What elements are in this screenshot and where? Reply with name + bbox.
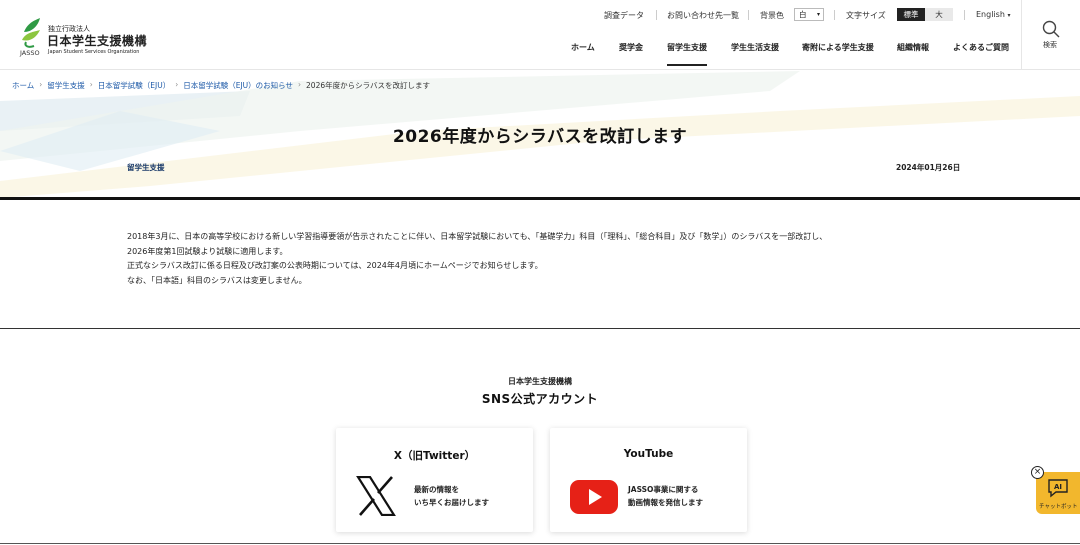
language-label: English xyxy=(976,10,1005,19)
nav-international-students[interactable]: 留学生支援 xyxy=(667,42,707,53)
breadcrumb-eju-news[interactable]: 日本留学試験（EJU）のお知らせ xyxy=(183,80,293,91)
contacts-link[interactable]: お問い合わせ先一覧 xyxy=(667,10,739,21)
article-paragraph: 2026年度第1回試験より試験に適用します。 xyxy=(127,246,288,256)
footer-divider xyxy=(0,543,1080,544)
body-divider xyxy=(0,328,1080,329)
chatbot-button[interactable]: AI チャットボット xyxy=(1036,472,1080,514)
article-paragraph: 2018年3月に、日本の高等学校における新しい学習指導要領が告示されたことに伴い… xyxy=(127,232,828,241)
nav-home[interactable]: ホーム xyxy=(571,42,595,53)
search-label: 検索 xyxy=(1043,41,1057,49)
youtube-logo-icon xyxy=(570,480,618,514)
publish-date: 2024年01月26日 xyxy=(896,163,961,172)
chatbot-badge: AI xyxy=(1054,483,1062,491)
x-card-desc-line: 最新の情報を xyxy=(414,485,459,494)
nav-student-life[interactable]: 学生生活支援 xyxy=(731,42,779,53)
chat-bubble-icon: AI xyxy=(1048,479,1068,498)
language-switch[interactable]: English ▾ xyxy=(976,10,1010,19)
x-card-desc-line: いち早くお届けします xyxy=(414,497,489,507)
bg-color-value: 白 xyxy=(799,10,807,19)
x-card-title: X（旧Twitter） xyxy=(393,450,476,462)
page-title: 2026年度からシラバスを改訂します xyxy=(392,127,688,147)
logo-name-en: Japan Student Services Organization xyxy=(48,49,140,55)
breadcrumb-separator: › xyxy=(89,80,93,89)
nav-faq[interactable]: よくあるご質問 xyxy=(953,42,1009,53)
breadcrumb: ホーム › 留学生支援 › 日本留学試験（EJU） › 日本留学試験（EJU）の… xyxy=(12,80,430,91)
survey-data-link[interactable]: 調査データ xyxy=(604,10,644,21)
util-divider xyxy=(834,10,835,20)
bg-color-label: 背景色 xyxy=(760,11,784,20)
util-divider xyxy=(656,10,657,20)
chatbot-close-icon[interactable]: × xyxy=(1031,466,1044,479)
article-body: 2018年3月に、日本の高等学校における新しい学習指導要領が告示されたことに伴い… xyxy=(127,230,957,288)
sns-section-title: SNS公式アカウント xyxy=(481,392,599,406)
article-paragraph: なお、「日本語」科目のシラバスは変更しません。 xyxy=(127,275,307,285)
youtube-card-desc-line: 動画情報を発信します xyxy=(628,497,703,507)
breadcrumb-eju[interactable]: 日本留学試験（EJU） xyxy=(98,80,170,91)
caret-down-icon: ▾ xyxy=(816,11,820,18)
youtube-card-title: YouTube xyxy=(623,448,674,460)
site-header: JASSO 独立行政法人 日本学生支援機構 Japan Student Serv… xyxy=(0,0,1080,70)
nav-donation[interactable]: 寄附による学生支援 xyxy=(802,42,874,53)
breadcrumb-home[interactable]: ホーム xyxy=(12,80,34,91)
breadcrumb-current: 2026年度からシラバスを改訂します xyxy=(306,81,431,90)
x-card-description: 最新の情報を いち早くお届けします xyxy=(414,484,489,509)
x-twitter-card[interactable]: X（旧Twitter） 最新の情報を いち早くお届けします xyxy=(336,428,533,532)
nav-organization[interactable]: 組織情報 xyxy=(897,42,929,53)
title-divider xyxy=(0,197,1080,200)
x-logo-icon xyxy=(356,476,396,516)
bg-color-select[interactable]: 白 ▾ xyxy=(794,8,824,21)
breadcrumb-separator: › xyxy=(175,80,179,89)
util-divider xyxy=(748,10,749,20)
chatbot-label: チャットボット xyxy=(1039,504,1078,510)
youtube-card[interactable]: YouTube JASSO事業に関する 動画情報を発信します xyxy=(550,428,747,532)
youtube-card-description: JASSO事業に関する 動画情報を発信します xyxy=(628,484,703,509)
search-icon xyxy=(1042,20,1060,38)
font-size-large-button[interactable]: 大 xyxy=(925,8,953,21)
util-divider xyxy=(964,10,965,20)
jasso-logo[interactable]: JASSO 独立行政法人 日本学生支援機構 Japan Student Serv… xyxy=(20,16,160,58)
font-size-label: 文字サイズ xyxy=(846,11,886,20)
breadcrumb-separator: › xyxy=(39,80,43,89)
breadcrumb-separator: › xyxy=(298,80,302,89)
youtube-card-desc-line: JASSO事業に関する xyxy=(628,485,699,494)
nav-scholarship[interactable]: 奨学金 xyxy=(619,42,643,53)
logo-abbr: JASSO xyxy=(20,49,40,57)
caret-down-icon: ▾ xyxy=(1007,12,1011,19)
nav-active-indicator xyxy=(667,64,707,66)
font-size-standard-button[interactable]: 標準 xyxy=(897,8,925,21)
article-paragraph: 正式なシラバス改訂に係る日程及び改訂案の公表時期については、2024年4月頃にホ… xyxy=(127,261,543,270)
sns-org-name: 日本学生支援機構 xyxy=(508,377,572,386)
page: JASSO 独立行政法人 日本学生支援機構 Japan Student Serv… xyxy=(0,0,1080,545)
breadcrumb-international[interactable]: 留学生支援 xyxy=(47,80,85,91)
category-label: 留学生支援 xyxy=(127,163,165,172)
logo-name: 日本学生支援機構 xyxy=(47,34,148,48)
